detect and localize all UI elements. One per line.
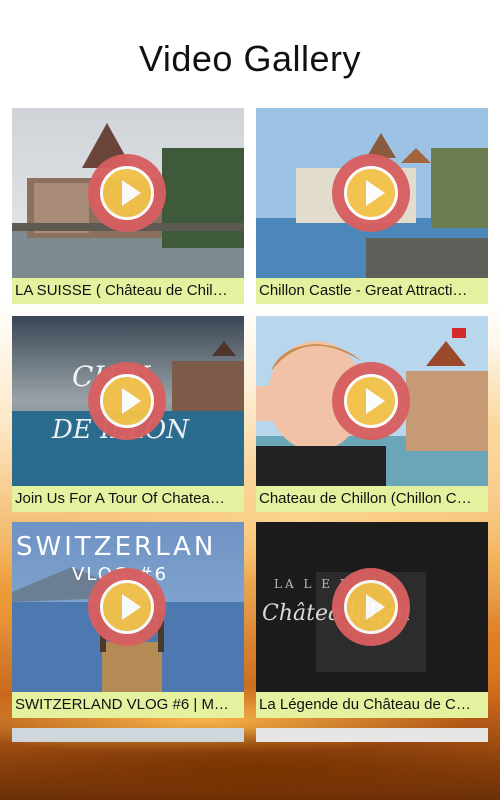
video-thumbnail[interactable]: SWITZERLAN VLOG #6 [12, 522, 244, 692]
video-title: La Légende du Château de C… [256, 692, 488, 718]
video-card[interactable]: LA L E DU Châtea hillon La Légende du Ch… [256, 522, 488, 718]
play-button[interactable] [332, 568, 410, 646]
play-icon [122, 594, 141, 620]
play-button[interactable] [88, 154, 166, 232]
play-button[interactable] [88, 568, 166, 646]
play-button[interactable] [88, 362, 166, 440]
video-card[interactable]: Chillon Castle - Great Attracti… [256, 108, 488, 304]
video-card-partial[interactable] [256, 728, 488, 742]
play-icon [366, 388, 385, 414]
play-icon [122, 388, 141, 414]
video-card[interactable]: SWITZERLAN VLOG #6 SWITZERLAND VLOG #6 |… [12, 522, 244, 718]
video-thumbnail[interactable]: CH U DE ILLON [12, 316, 244, 486]
video-thumbnail[interactable] [256, 108, 488, 278]
video-title: Join Us For A Tour Of Chatea… [12, 486, 244, 512]
page-title: Video Gallery [139, 38, 361, 79]
video-thumbnail[interactable] [12, 108, 244, 278]
play-button[interactable] [332, 154, 410, 232]
video-title: Chateau de Chillon (Chillon C… [256, 486, 488, 512]
play-icon [122, 180, 141, 206]
svg-text:SWITZERLAN: SWITZERLAN [16, 532, 216, 562]
video-card[interactable]: LA SUISSE ( Château de Chil… [12, 108, 244, 304]
video-title: LA SUISSE ( Château de Chil… [12, 278, 244, 304]
video-title: SWITZERLAND VLOG #6 | M… [12, 692, 244, 718]
play-icon [366, 180, 385, 206]
video-title: Chillon Castle - Great Attracti… [256, 278, 488, 304]
video-card[interactable]: CH U DE ILLON Join Us For A Tour Of Chat… [12, 316, 244, 512]
video-thumbnail[interactable]: LA L E DU Châtea hillon [256, 522, 488, 692]
video-card[interactable]: Chateau de Chillon (Chillon C… [256, 316, 488, 512]
play-icon [366, 594, 385, 620]
video-thumbnail[interactable] [256, 316, 488, 486]
video-card-partial[interactable] [12, 728, 244, 742]
play-button[interactable] [332, 362, 410, 440]
